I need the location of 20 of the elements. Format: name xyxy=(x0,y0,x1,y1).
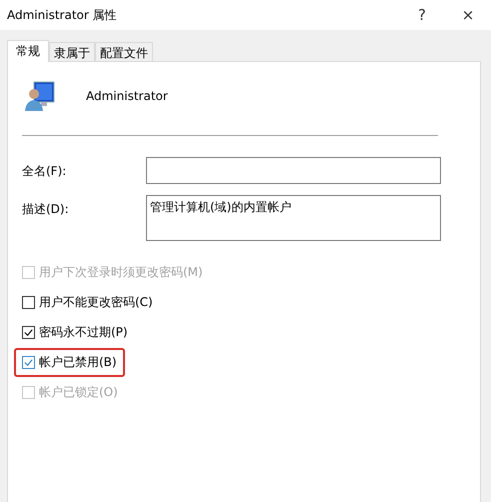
help-button[interactable]: ? xyxy=(399,0,445,30)
checkbox[interactable] xyxy=(22,326,35,338)
checkbox-label: 用户下次登录时须更改密码(M) xyxy=(39,264,203,280)
window-title: Administrator 属性 xyxy=(7,6,118,24)
tab[interactable]: 隶属于 xyxy=(49,42,95,61)
close-button[interactable]: × xyxy=(445,0,491,30)
user-computer-icon xyxy=(24,80,56,112)
checkbox[interactable] xyxy=(22,356,35,368)
field-label: 全名(F): xyxy=(22,163,68,180)
input-field[interactable]: 管理计算机(域)的内置帐户 xyxy=(146,195,441,241)
checkbox-label: 帐户已禁用(B) xyxy=(39,354,117,370)
user-name: Administrator xyxy=(86,89,168,103)
field-label: 描述(D): xyxy=(22,201,70,218)
tab[interactable]: 配置文件 xyxy=(95,42,153,61)
input-field[interactable] xyxy=(146,157,441,184)
checkbox[interactable] xyxy=(22,296,35,308)
tab[interactable]: 常规 xyxy=(7,40,49,62)
checkbox-label: 帐户已锁定(O) xyxy=(39,384,118,400)
checkbox-label: 密码永不过期(P) xyxy=(39,324,128,340)
checkbox-label: 用户不能更改密码(C) xyxy=(39,294,153,310)
